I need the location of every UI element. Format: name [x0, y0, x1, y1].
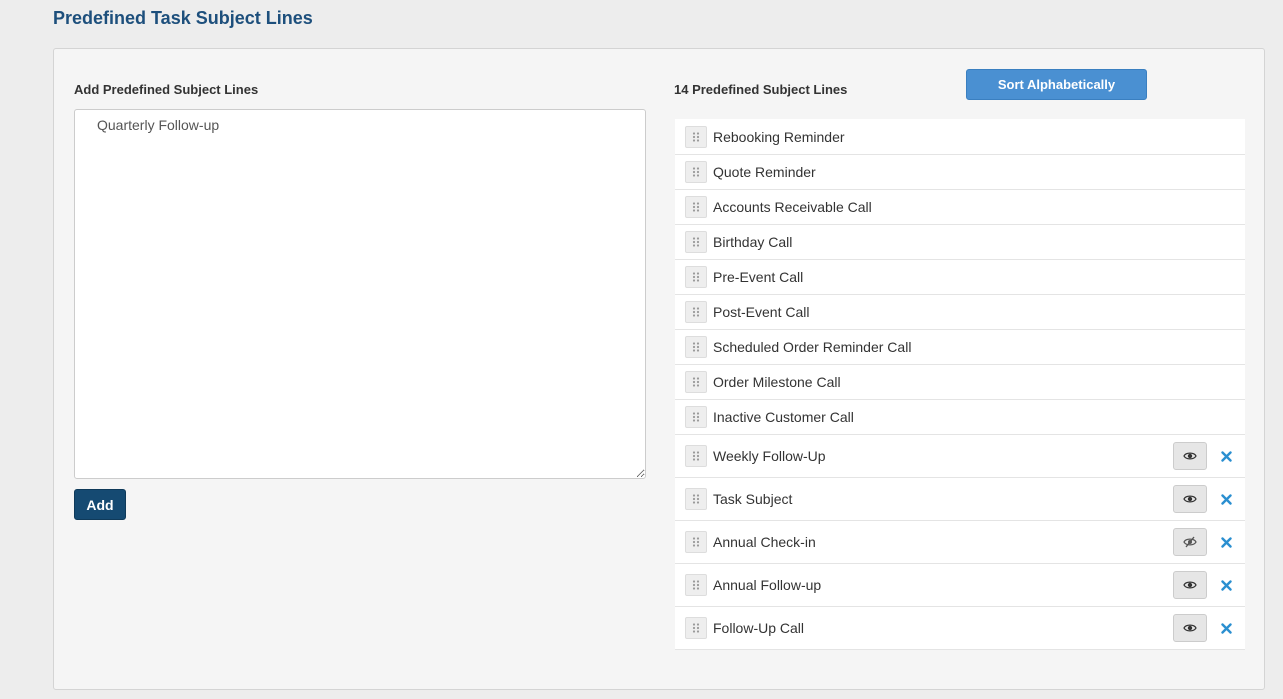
list-item[interactable]: Follow-Up Call — [675, 606, 1245, 649]
subject-list: Rebooking Reminder Quote Reminder Accounts… — [675, 119, 1245, 650]
subject-line-label: Task Subject — [713, 491, 793, 507]
subject-line-label: Weekly Follow-Up — [713, 448, 826, 464]
drag-handle-icon[interactable] — [685, 617, 707, 639]
visibility-toggle-button[interactable] — [1173, 528, 1207, 556]
drag-handle-icon[interactable] — [685, 406, 707, 428]
list-item[interactable]: Pre-Event Call — [675, 259, 1245, 294]
subject-count-heading: 14 Predefined Subject Lines — [674, 82, 848, 97]
list-item[interactable]: Post-Event Call — [675, 294, 1245, 329]
drag-handle-icon[interactable] — [685, 196, 707, 218]
visibility-toggle-button[interactable] — [1173, 614, 1207, 642]
list-item[interactable]: Rebooking Reminder — [675, 119, 1245, 154]
delete-icon[interactable] — [1220, 579, 1232, 591]
subject-line-label: Annual Check-in — [713, 534, 816, 550]
drag-handle-icon[interactable] — [685, 231, 707, 253]
drag-handle-icon[interactable] — [685, 445, 707, 467]
drag-handle-icon[interactable] — [685, 125, 707, 148]
subject-lines-textarea[interactable] — [74, 109, 646, 479]
list-item[interactable]: Birthday Call — [675, 224, 1245, 259]
subject-line-label: Pre-Event Call — [713, 269, 804, 285]
subject-line-label: Annual Follow-up — [713, 577, 822, 593]
visibility-toggle-button[interactable] — [1173, 571, 1207, 599]
subject-lines-panel: Add Predefined Subject Lines Add 14 Pred… — [53, 48, 1265, 690]
eye-icon — [1183, 451, 1197, 461]
subject-line-label: Inactive Customer Call — [713, 409, 854, 425]
drag-handle-icon[interactable] — [685, 531, 707, 553]
eye-icon — [1183, 494, 1197, 504]
drag-handle-icon[interactable] — [685, 336, 707, 358]
delete-icon[interactable] — [1220, 536, 1232, 548]
delete-icon[interactable] — [1220, 493, 1232, 505]
visibility-toggle-button[interactable] — [1173, 442, 1207, 470]
drag-handle-icon[interactable] — [685, 161, 707, 183]
list-item[interactable]: Annual Follow-up — [675, 563, 1245, 606]
subject-line-label: Post-Event Call — [713, 304, 810, 320]
eye-slash-icon — [1183, 536, 1197, 548]
add-button[interactable]: Add — [74, 489, 126, 520]
list-item[interactable]: Scheduled Order Reminder Call — [675, 329, 1245, 364]
visibility-toggle-button[interactable] — [1173, 485, 1207, 513]
page-title: Predefined Task Subject Lines — [53, 8, 313, 28]
subject-line-label: Order Milestone Call — [713, 374, 841, 390]
eye-icon — [1183, 580, 1197, 590]
list-item[interactable]: Quote Reminder — [675, 154, 1245, 189]
subject-line-label: Follow-Up Call — [713, 620, 805, 636]
drag-handle-icon[interactable] — [685, 371, 707, 393]
sort-alphabetically-button[interactable]: Sort Alphabetically — [966, 69, 1147, 100]
delete-icon[interactable] — [1220, 622, 1232, 634]
drag-handle-icon[interactable] — [685, 574, 707, 596]
drag-handle-icon[interactable] — [685, 301, 707, 323]
subject-line-label: Accounts Receivable Call — [713, 199, 872, 215]
subject-line-label: Rebooking Reminder — [713, 128, 845, 145]
eye-icon — [1183, 623, 1197, 633]
delete-icon[interactable] — [1220, 450, 1232, 462]
list-item[interactable]: Task Subject — [675, 477, 1245, 520]
list-item[interactable]: Order Milestone Call — [675, 364, 1245, 399]
subject-line-label: Birthday Call — [713, 234, 793, 250]
drag-handle-icon[interactable] — [685, 488, 707, 510]
subject-line-label: Scheduled Order Reminder Call — [713, 339, 912, 355]
drag-handle-icon[interactable] — [685, 266, 707, 288]
list-item[interactable]: Inactive Customer Call — [675, 399, 1245, 434]
add-subject-heading: Add Predefined Subject Lines — [74, 82, 259, 97]
list-item[interactable]: Weekly Follow-Up — [675, 434, 1245, 477]
list-item[interactable]: Annual Check-in — [675, 520, 1245, 563]
list-item[interactable]: Accounts Receivable Call — [675, 189, 1245, 224]
subject-line-label: Quote Reminder — [713, 164, 816, 180]
